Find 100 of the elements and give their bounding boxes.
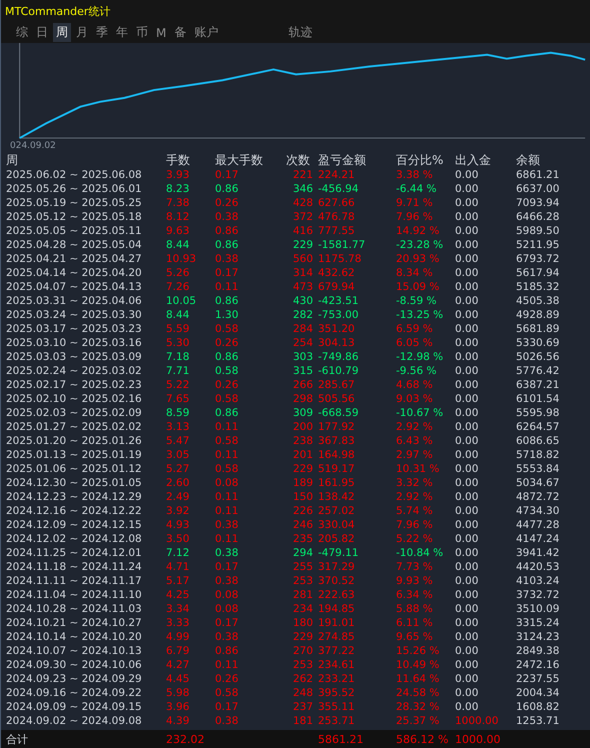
table-cell-text: 0.26 [215,197,240,209]
table-cell-text: 4.93 [166,519,190,531]
tab[interactable]: 周 [53,23,71,42]
table-cell-text: 2237.55 [516,673,560,685]
table-cell-text: -479.11 [318,547,360,559]
table-cell-text: 367.83 [318,435,356,447]
table-cell-text: 0.00 [455,561,480,573]
table-cell-text: 0.17 [215,617,240,629]
table-cell-text: 3.93 [166,169,190,181]
table-cell-text: 5330.69 [516,337,560,349]
table-cell-text: 253.71 [318,715,356,727]
table-cell-text: 24.58 % [396,687,440,699]
table-cell-text: 351.20 [318,323,356,335]
table-cell-text: 0.00 [455,421,480,433]
table-cell-text: 6101.54 [516,393,560,405]
table-cell-text: 355.11 [318,701,356,713]
table-cell-text: 222.63 [318,589,356,601]
tab[interactable]: M [153,24,170,40]
table-cell-text: 5.74 % [396,505,434,517]
table-cell-text: 3510.09 [516,603,560,615]
tab[interactable]: 年 [113,23,131,42]
tab[interactable]: 账户 [191,23,222,42]
table-cell-text: 2025.04.28 ~ 2025.05.04 [5,239,143,251]
table-cell-text: 253 [292,575,314,587]
table-cell-text: 221 [292,169,314,181]
tab[interactable]: 综 [13,23,31,42]
table-cell-text: 237 [292,701,314,713]
table-cell-text: 5034.67 [516,477,560,489]
table-cell-text: 294 [292,547,314,559]
table-cell-text: 234 [292,603,314,615]
table-cell-text: 4734.30 [516,505,560,517]
table-cell-text: 0.00 [455,449,480,461]
table-cell-text: 2025.05.26 ~ 2025.06.01 [5,183,143,195]
table-cell-text: 0.00 [455,169,480,181]
table-cell-text: 3.13 [166,421,190,433]
table-cell-text: 5185.32 [516,281,560,293]
table-cell-text: 0.00 [455,407,480,419]
table-cell-text: 2025.04.07 ~ 2025.04.13 [5,281,143,293]
table-cell-text: 5776.42 [516,365,560,377]
table-cell-text: 0.86 [215,239,240,251]
table-cell-text: 6264.57 [516,421,560,433]
table-cell-text: 560 [292,253,314,265]
table-cell-text: 372 [292,211,314,223]
table-cell-text: 0.00 [455,505,480,517]
table-cell-text: 0.00 [455,687,480,699]
table-cell-text: 473 [292,281,314,293]
table-cell-text: 7.96 % [396,519,434,531]
table-cell-text: 1.30 [215,309,240,321]
table-cell-text: 6086.65 [516,435,560,447]
table-cell-text: 5861.21 [318,732,364,746]
table-cell-text: 2025.01.27 ~ 2025.02.02 [5,421,143,433]
table-cell-text: 200 [292,421,314,433]
table-cell-text: 233.21 [318,673,356,685]
table-cell-text: 330.04 [318,519,356,531]
table-cell-text: 0.26 [215,673,240,685]
table-cell-text: 0.38 [215,575,240,587]
table-cell-text: 6.59 % [396,323,434,335]
table-cell-text: 235 [292,533,314,545]
table-cell-text: 254 [292,337,314,349]
table-cell-text: 519.17 [318,463,356,475]
table-cell-text: 0.00 [455,239,480,251]
table-cell-text: 7.38 [166,197,190,209]
table-cell-text: -12.98 % [396,351,444,363]
column-header: 百分比% [396,152,444,168]
table-cell-text: 2024.12.23 ~ 2024.12.29 [5,491,143,503]
table-cell-text: 1175.78 [318,253,362,265]
table-cell-text: 5.88 % [396,603,434,615]
tab[interactable]: 季 [93,23,111,42]
table-cell-text: 428 [292,197,314,209]
table-cell-text: 2025.04.14 ~ 2025.04.20 [5,267,143,279]
tab[interactable]: 轨迹 [285,23,316,42]
table-cell-text: 284 [292,323,314,335]
tab[interactable]: 备 [171,23,190,42]
table-cell-text: 309 [292,407,314,419]
table-cell-text: 161.95 [318,477,356,489]
table-cell-text: 5.22 % [396,533,434,545]
table-cell-text: 5595.98 [516,407,560,419]
table-cell-text: 0.00 [455,211,480,223]
table-cell-text: 0.86 [215,351,240,363]
table-cell-text: 4928.89 [516,309,560,321]
table-cell-text: 0.11 [215,659,240,671]
table-cell-text: 0.11 [215,421,240,433]
table-cell-text: 253 [292,659,314,671]
table-cell-text: 3.33 [166,617,190,629]
table-cell-text: 5617.94 [516,267,560,279]
table-cell-text: 8.12 [166,211,190,223]
tab[interactable]: 月 [73,23,91,42]
tab[interactable]: 日 [33,23,51,42]
table-cell-text: 2025.05.12 ~ 2025.05.18 [5,211,143,223]
tab[interactable]: 币 [133,23,151,42]
table-cell-text: 0.86 [215,645,240,657]
table-cell-text: 6637.00 [516,183,560,195]
table-cell-text: 2.92 % [396,421,434,433]
table-cell-text: 4420.53 [516,561,560,573]
table-cell-text: 4.68 % [396,379,434,391]
table-cell-text: 2.97 % [396,449,434,461]
table-cell-text: -8.59 % [396,295,438,307]
table-cell-text: 229 [292,631,314,643]
table-cell-text: 5211.95 [516,239,560,251]
table-cell-text: 5.27 [166,463,190,475]
